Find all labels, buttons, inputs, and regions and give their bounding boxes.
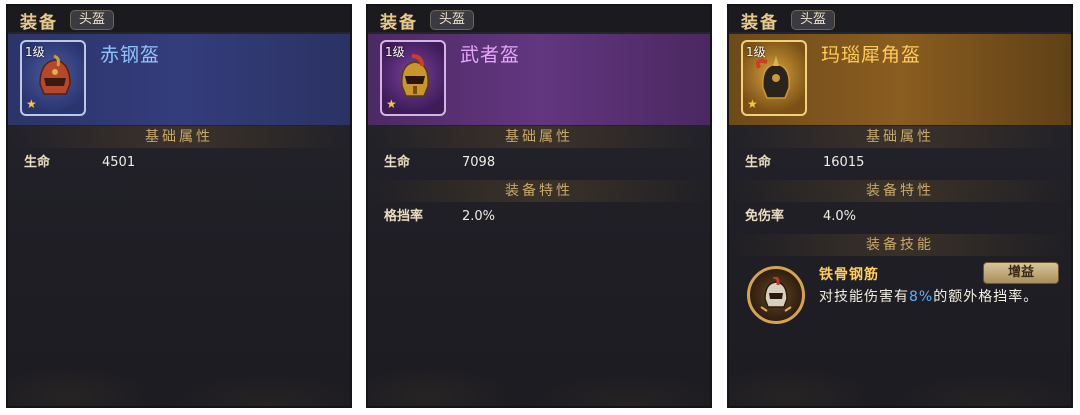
horned-helmet-icon bbox=[756, 56, 790, 99]
section-equipment-traits: 装备特性 bbox=[729, 180, 1071, 202]
star-icon: ★ bbox=[26, 97, 37, 111]
stat-row: 生命 16015 bbox=[729, 152, 1071, 174]
stat-label: 生命 bbox=[745, 155, 772, 170]
stat-value: 16015 bbox=[823, 155, 865, 170]
stat-row: 生命 4501 bbox=[8, 152, 350, 174]
skill-emblem-icon bbox=[760, 277, 792, 312]
item-icon-frame[interactable]: 1级 ★ bbox=[20, 40, 86, 116]
panel-titlebar: 装备 头盔 bbox=[368, 6, 710, 33]
star-icon: ★ bbox=[386, 97, 397, 111]
stat-label: 生命 bbox=[24, 155, 51, 170]
panel-titlebar: 装备 头盔 bbox=[8, 6, 350, 33]
item-header: 1级 ★ 玛瑙犀角盔 bbox=[729, 34, 1071, 125]
stat-row: 生命 7098 bbox=[368, 152, 710, 174]
panel-title: 装备 bbox=[741, 13, 779, 33]
slot-tag[interactable]: 头盔 bbox=[70, 10, 115, 30]
skill-desc-highlight: 8% bbox=[909, 289, 934, 305]
section-equipment-traits: 装备特性 bbox=[368, 180, 710, 202]
skill-desc-suffix: 的额外格挡率。 bbox=[933, 289, 1039, 305]
section-base-attributes: 基础属性 bbox=[8, 126, 350, 148]
panel-title: 装备 bbox=[380, 13, 418, 33]
stat-label: 生命 bbox=[384, 155, 411, 170]
section-base-attributes: 基础属性 bbox=[368, 126, 710, 148]
item-header: 1级 ★ 武者盔 bbox=[368, 34, 710, 125]
slot-tag[interactable]: 头盔 bbox=[430, 10, 475, 30]
gold-helmet-icon bbox=[401, 54, 429, 97]
panel-title: 装备 bbox=[20, 13, 58, 33]
trait-label: 格挡率 bbox=[384, 209, 424, 224]
item-icon-frame[interactable]: 1级 ★ bbox=[380, 40, 446, 116]
skill-desc-prefix: 对技能伤害有 bbox=[819, 289, 909, 305]
equipment-panel-2: 装备 头盔 1级 ★ 武者盔 基础属性 生命 7098 装备特性 格挡率 2.0… bbox=[366, 4, 712, 408]
trait-label: 免伤率 bbox=[745, 209, 785, 224]
stat-value: 4501 bbox=[102, 155, 136, 170]
item-name: 赤钢盔 bbox=[100, 44, 161, 66]
section-base-attributes: 基础属性 bbox=[729, 126, 1071, 148]
star-icon: ★ bbox=[747, 97, 758, 111]
item-icon-frame[interactable]: 1级 ★ bbox=[741, 40, 807, 116]
section-equipment-skill: 装备技能 bbox=[729, 234, 1071, 256]
panel-titlebar: 装备 头盔 bbox=[729, 6, 1071, 33]
trait-row: 免伤率 4.0% bbox=[729, 206, 1071, 228]
equipment-panel-3: 装备 头盔 1级 ★ 玛瑙犀角盔 基础属性 生命 16015 装备特性 免伤率 … bbox=[727, 4, 1073, 408]
skill-name: 铁骨钢筋 bbox=[819, 267, 879, 283]
equipment-panel-1: 装备 头盔 1级 ★ 赤钢盔 基础属性 生命 4501 bbox=[6, 4, 352, 408]
trait-value: 2.0% bbox=[462, 209, 496, 224]
skill-description: 对技能伤害有8%的额外格挡率。 bbox=[819, 286, 1038, 306]
item-name: 玛瑙犀角盔 bbox=[821, 44, 922, 66]
stat-value: 7098 bbox=[462, 155, 496, 170]
item-header: 1级 ★ 赤钢盔 bbox=[8, 34, 350, 125]
skill-helmet-icon[interactable] bbox=[747, 266, 805, 324]
trait-row: 格挡率 2.0% bbox=[368, 206, 710, 228]
red-helmet-icon bbox=[39, 54, 71, 95]
trait-value: 4.0% bbox=[823, 209, 857, 224]
slot-tag[interactable]: 头盔 bbox=[791, 10, 836, 30]
item-name: 武者盔 bbox=[460, 44, 521, 66]
skill-type-badge: 增益 bbox=[983, 262, 1059, 284]
